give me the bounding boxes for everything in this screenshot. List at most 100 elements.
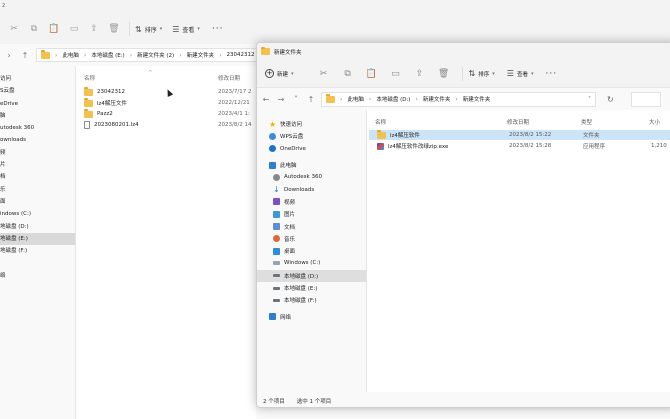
col-name[interactable]: 名称 <box>375 118 386 126</box>
copy-icon[interactable]: ⧉ <box>24 24 44 34</box>
nav-label: 本地磁盘 (D:) <box>284 273 319 280</box>
bg-nav-item[interactable]: 脑 <box>0 110 75 122</box>
bg-nav-item[interactable]: 访问 <box>0 73 75 85</box>
table-row[interactable]: Pazz2 2023/4/1 1: <box>84 109 259 119</box>
selected-count: 选中 1 个项目 <box>296 398 332 405</box>
rename-icon[interactable]: ▭ <box>384 69 408 79</box>
nav-autodesk[interactable]: Autodesk 360 <box>257 171 367 183</box>
bg-nav-item[interactable]: 乐 <box>0 184 75 196</box>
refresh-icon[interactable]: ↻ <box>607 95 614 104</box>
delete-icon[interactable]: 🗑 <box>432 69 456 79</box>
bg-view-button[interactable]: ☰ 查看 ▾ <box>172 25 200 34</box>
up-arrow-icon[interactable]: ↑ <box>20 51 30 60</box>
rename-icon[interactable]: ▭ <box>64 24 84 34</box>
crumb-2[interactable]: 新建文件夹 <box>423 95 451 103</box>
nav-documents[interactable]: 文档 <box>257 220 367 232</box>
fw-toolbar: + 新建 ▾ ✂ ⧉ 📋 ▭ ⇪ 🗑 ⇅ 排序 ▾ ☰ 查看 ▾ ··· <box>257 60 670 88</box>
bg-nav-item-selected[interactable]: 地磁盘 (E:) <box>0 232 75 246</box>
view-label: 查看 <box>516 71 528 78</box>
nav-wps[interactable]: WPS云盘 <box>257 130 367 142</box>
table-row-selected[interactable]: lz4解压软件 2023/8/2 15:22 文件夹 <box>369 130 670 140</box>
sort-button[interactable]: ⇅ 排序 ▾ <box>469 69 495 78</box>
col-size[interactable]: 大小 <box>649 118 660 126</box>
chevron-right-icon: › <box>368 95 372 103</box>
bg-nav-item[interactable]: ownloads <box>0 134 75 146</box>
chevron-down-icon[interactable]: ˅ <box>588 96 591 103</box>
table-row[interactable]: 2023080201.lz4 2023/8/2 14 <box>84 120 259 130</box>
bg-col-name[interactable]: 名称 <box>84 74 95 82</box>
nav-drive-e[interactable]: 本地磁盘 (E:) <box>257 282 367 294</box>
paste-icon[interactable]: 📋 <box>360 69 384 79</box>
bg-breadcrumb[interactable]: › 此电脑 › 本地磁盘 (E:) › 新建文件夹 (2) › 新建文件夹 › 2304… <box>36 48 276 62</box>
bg-crumb-4[interactable]: 23042312 <box>226 52 254 58</box>
recent-locations-icon[interactable]: ˅ <box>291 95 301 104</box>
nav-quick-access[interactable]: ★ 快速访问 <box>257 118 367 130</box>
file-date: 2023/4/1 1: <box>218 111 250 117</box>
up-arrow-icon[interactable]: ↑ <box>306 95 316 104</box>
bg-nav-item[interactable]: 络 <box>0 270 75 282</box>
bg-crumb-2[interactable]: 新建文件夹 (2) <box>137 51 174 59</box>
cut-icon[interactable]: ✂ <box>312 69 336 79</box>
forward-arrow-icon[interactable]: → <box>276 95 286 104</box>
nav-network[interactable]: 网络 <box>257 310 367 322</box>
bg-nav-item[interactable]: indows (C:) <box>0 208 75 220</box>
new-label: 新建 <box>277 71 289 78</box>
table-row[interactable]: lz4解压软件改绿zip.exe 2023/8/2 15:28 应用程序 1,2… <box>369 141 670 151</box>
back-arrow-icon[interactable]: ← <box>261 95 271 104</box>
view-button[interactable]: ☰ 查看 ▾ <box>507 69 534 78</box>
forward-arrow-icon[interactable]: › <box>4 51 14 60</box>
bg-nav-item[interactable]: 片 <box>0 159 75 171</box>
bg-col-modified[interactable]: 修改日期 <box>218 74 240 82</box>
cut-icon[interactable]: ✂ <box>4 24 24 34</box>
crumb-0[interactable]: 此电脑 <box>347 95 364 103</box>
bg-nav-item[interactable] <box>0 257 75 269</box>
nav-desktop[interactable]: 桌面 <box>257 245 367 257</box>
nav-music[interactable]: 音乐 <box>257 233 367 245</box>
nav-this-pc[interactable]: 此电脑 <box>257 159 367 171</box>
share-icon[interactable]: ⇪ <box>408 69 432 79</box>
col-type[interactable]: 类型 <box>581 118 592 126</box>
nav-videos[interactable]: 视频 <box>257 196 367 208</box>
more-options-icon[interactable]: ··· <box>545 69 557 79</box>
chevron-right-icon: › <box>415 95 418 103</box>
bg-nav-item[interactable]: 地磁盘 (D:) <box>0 221 75 233</box>
nav-label: WPS云盘 <box>280 134 304 141</box>
bg-crumb-1[interactable]: 本地磁盘 (E:) <box>91 51 124 59</box>
fw-title-bar[interactable]: 新建文件夹 <box>257 43 670 60</box>
front-explorer-window[interactable]: 新建文件夹 + 新建 ▾ ✂ ⧉ 📋 ▭ ⇪ 🗑 ⇅ 排序 ▾ ☰ 查看 ▾ ··· ←… <box>256 42 670 408</box>
delete-icon[interactable]: 🗑 <box>104 24 124 34</box>
new-button[interactable]: + 新建 ▾ <box>265 69 294 78</box>
paste-icon[interactable]: 📋 <box>44 24 64 34</box>
chevron-right-icon: › <box>219 51 222 59</box>
bg-sort-button[interactable]: ⇅ 排序 ▾ <box>135 25 162 34</box>
chevron-down-icon: ▾ <box>291 70 294 77</box>
nav-downloads[interactable]: ↓ Downloads <box>257 183 367 195</box>
bg-nav-item[interactable]: 频 <box>0 147 75 159</box>
crumb-1[interactable]: 本地磁盘 (D:) <box>376 95 410 103</box>
bg-nav-item[interactable]: 地磁盘 (F:) <box>0 245 75 257</box>
crumb-3[interactable]: 新建文件夹 <box>463 95 491 103</box>
col-modified[interactable]: 修改日期 <box>507 118 529 126</box>
more-options-icon[interactable]: ··· <box>212 24 224 34</box>
bg-nav-item[interactable]: 档 <box>0 171 75 183</box>
share-icon[interactable]: ⇪ <box>84 24 104 34</box>
nav-drive-d-selected[interactable]: 本地磁盘 (D:) <box>257 269 367 282</box>
bg-nav-item[interactable]: S云盘 <box>0 85 75 97</box>
nav-label: 桌面 <box>284 249 296 256</box>
copy-icon[interactable]: ⧉ <box>336 69 360 79</box>
table-row[interactable]: lz4解压文件 2022/12/21 <box>84 98 259 108</box>
autodesk-icon <box>273 173 280 181</box>
nav-onedrive[interactable]: OneDrive <box>257 143 367 155</box>
nav-drive-c[interactable]: Windows (C:) <box>257 257 367 269</box>
chevron-down-icon: ▾ <box>159 26 163 32</box>
nav-drive-f[interactable]: 本地磁盘 (F:) <box>257 294 367 306</box>
search-input[interactable] <box>630 91 661 107</box>
nav-pictures[interactable]: 图片 <box>257 208 367 220</box>
bg-nav-item[interactable]: utodesk 360 <box>0 122 75 134</box>
chevron-down-icon: ▾ <box>492 70 495 77</box>
fw-breadcrumb[interactable]: › 此电脑 › 本地磁盘 (D:) › 新建文件夹 › 新建文件夹 ˅ <box>321 91 596 107</box>
bg-nav-item[interactable]: 面 <box>0 196 75 208</box>
bg-crumb-0[interactable]: 此电脑 <box>62 51 79 59</box>
bg-nav-item[interactable]: eDrive <box>0 98 75 110</box>
bg-crumb-3[interactable]: 新建文件夹 <box>187 51 215 59</box>
